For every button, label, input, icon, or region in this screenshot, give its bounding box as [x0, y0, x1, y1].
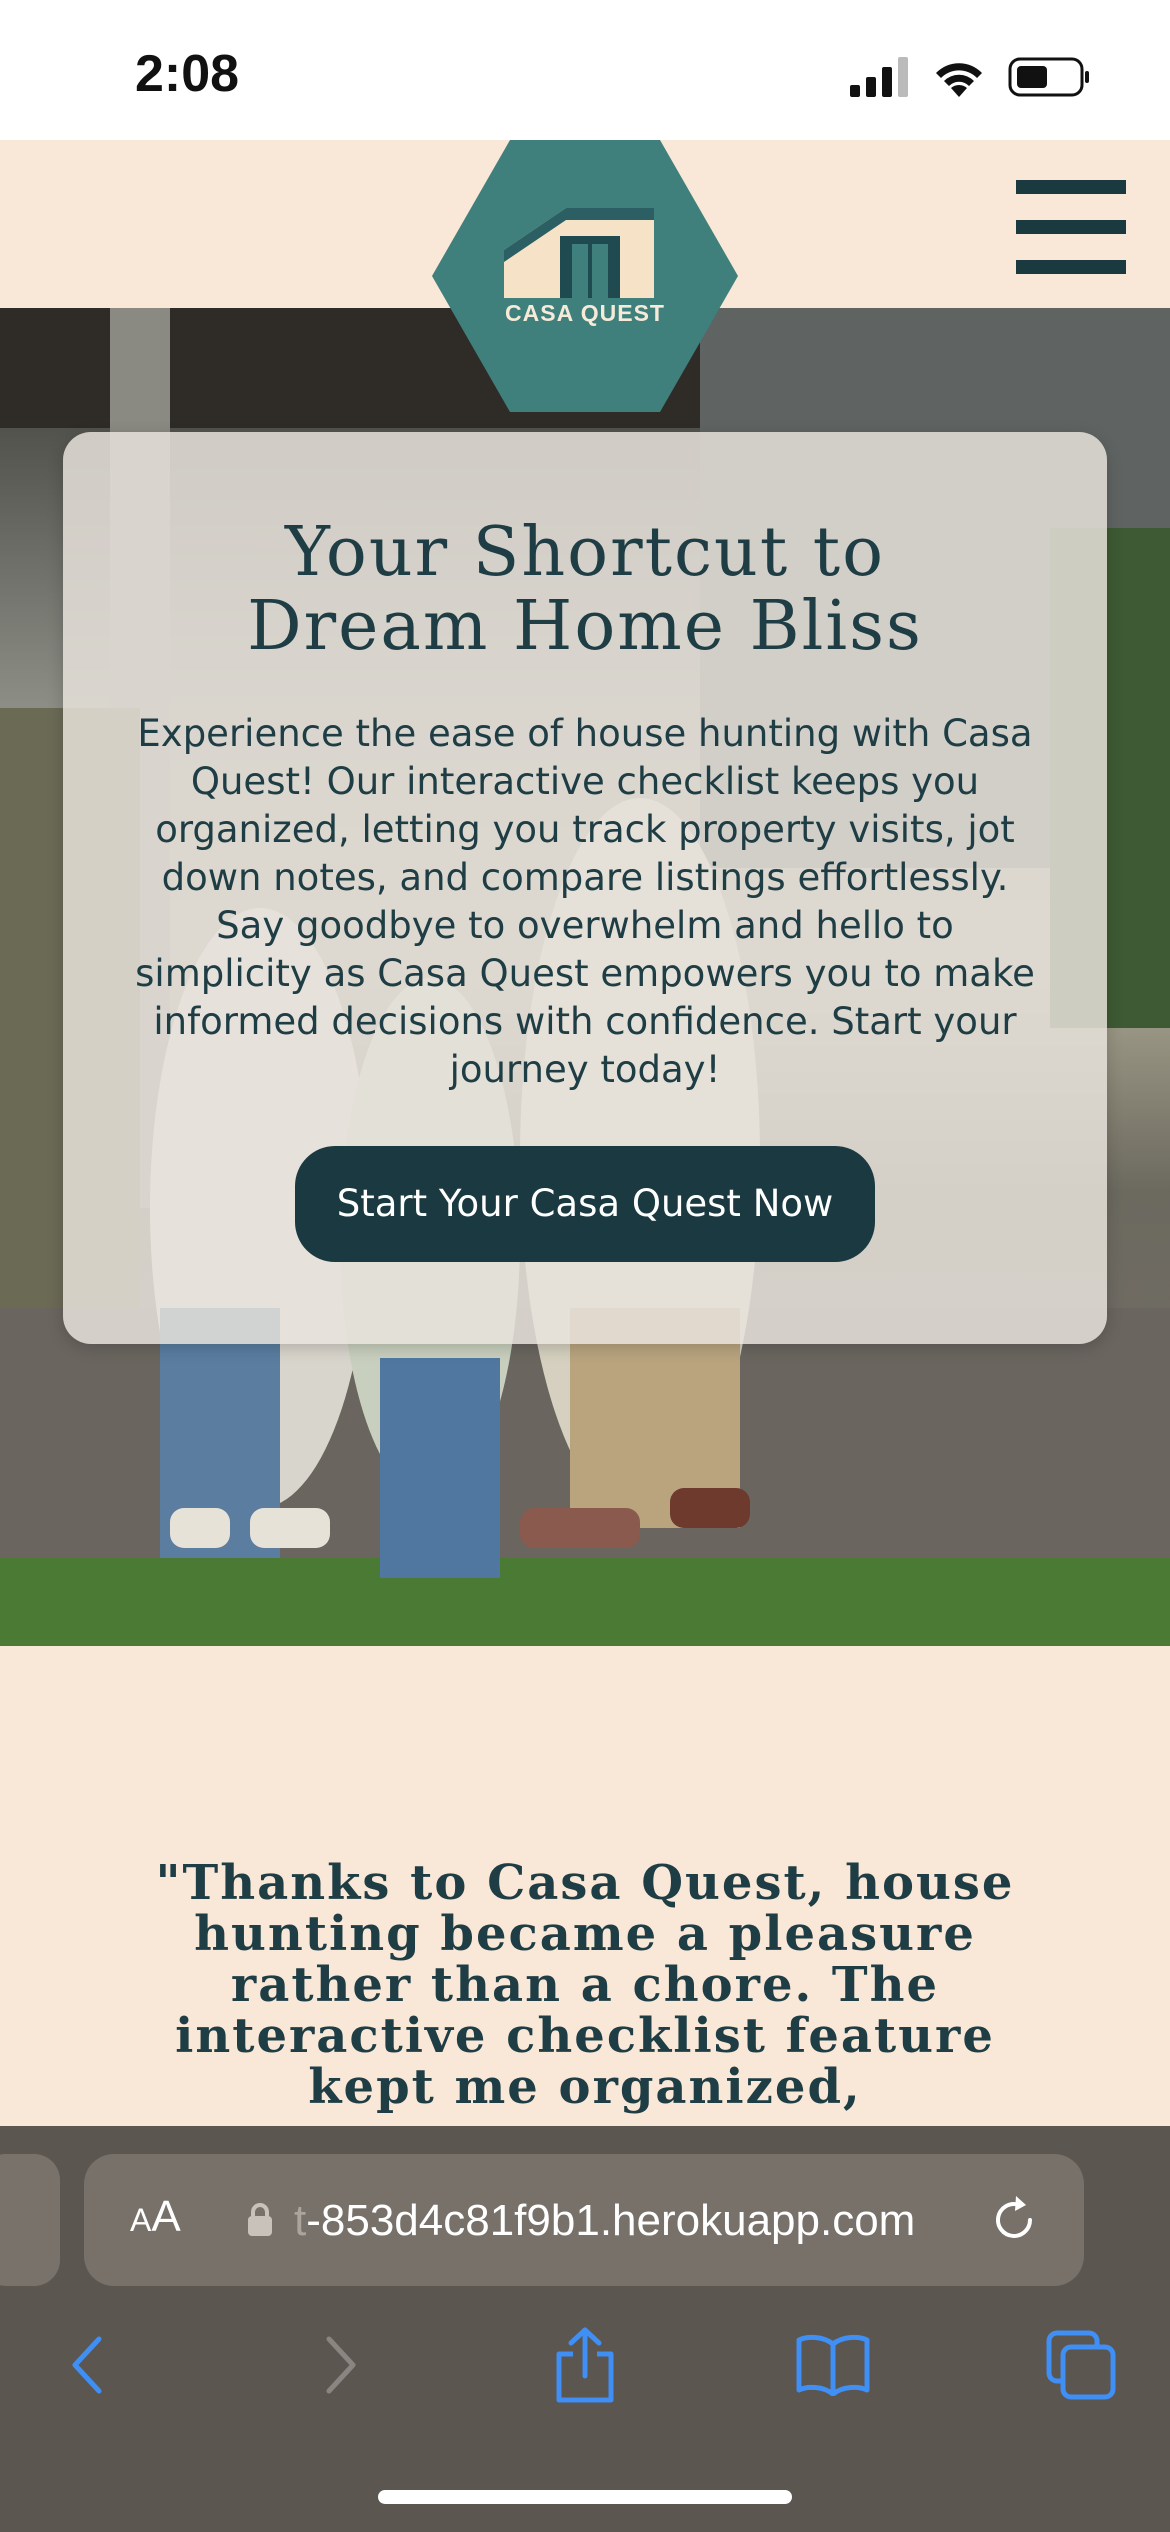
- reader-settings-button[interactable]: AA: [130, 2192, 181, 2242]
- url-domain: -853d4c81f9b1.herokuapp.com: [306, 2196, 916, 2245]
- menu-bar: [1016, 260, 1126, 274]
- url-text: t-853d4c81f9b1.herokuapp.com: [294, 2196, 915, 2246]
- hero-title-line-2: Dream Home Bliss: [247, 587, 923, 666]
- menu-bar: [1016, 180, 1126, 194]
- tabs-button[interactable]: [1036, 2320, 1126, 2410]
- chevron-right-icon: [326, 2336, 356, 2394]
- url-faded-text: t: [294, 2196, 307, 2245]
- testimonial-quote: "Thanks to Casa Quest, house hunting bec…: [155, 1855, 1015, 2115]
- hero-section: Your Shortcut to Dream Home Bliss Experi…: [0, 308, 1170, 1646]
- casa-quest-logo[interactable]: CASA QUEST: [432, 140, 738, 412]
- tabs-icon: [1046, 2330, 1116, 2400]
- hero-card: Your Shortcut to Dream Home Bliss Experi…: [63, 432, 1107, 1344]
- address-bar[interactable]: AA t-853d4c81f9b1.herokuapp.com: [84, 2154, 1084, 2286]
- battery-icon: [1008, 57, 1089, 97]
- reload-icon[interactable]: [988, 2194, 1040, 2246]
- hero-title: Your Shortcut to Dream Home Bliss: [103, 516, 1067, 664]
- hamburger-menu-icon[interactable]: [1016, 180, 1126, 274]
- previous-tab-peek[interactable]: [0, 2154, 60, 2286]
- chevron-left-icon: [72, 2336, 102, 2394]
- status-icons: [850, 52, 1090, 102]
- book-icon: [796, 2334, 870, 2396]
- back-button[interactable]: [42, 2320, 132, 2410]
- bookmarks-button[interactable]: [788, 2320, 878, 2410]
- cellular-signal-icon: [850, 57, 908, 97]
- menu-bar: [1016, 220, 1126, 234]
- house-logo-icon: [432, 140, 738, 412]
- lock-icon: [248, 2203, 272, 2236]
- share-icon: [556, 2327, 614, 2403]
- status-time: 2:08: [135, 45, 240, 103]
- home-indicator: [378, 2490, 792, 2504]
- hero-description: Experience the ease of house hunting wit…: [135, 712, 1035, 1091]
- start-casa-quest-button[interactable]: Start Your Casa Quest Now: [295, 1146, 875, 1262]
- aa-small: A: [130, 2202, 152, 2238]
- share-button[interactable]: [540, 2320, 630, 2410]
- forward-button[interactable]: [296, 2320, 386, 2410]
- aa-large: A: [151, 2192, 181, 2241]
- status-bar: 2:08: [0, 0, 1170, 140]
- wifi-icon: [936, 63, 982, 97]
- hero-title-line-1: Your Shortcut to: [284, 513, 886, 592]
- logo-text: CASA QUEST: [505, 300, 665, 326]
- browser-toolbar: [0, 2320, 1170, 2410]
